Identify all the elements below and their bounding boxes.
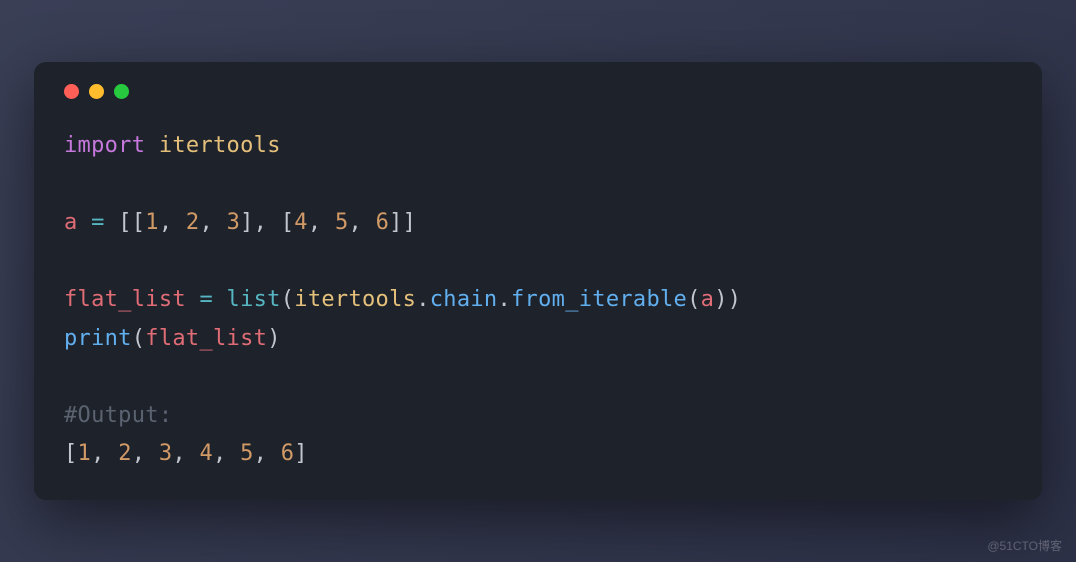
paren-open: ( [687, 287, 701, 312]
comma: , [213, 441, 227, 466]
maximize-icon[interactable] [114, 84, 129, 99]
bracket-mid: ], [ [240, 210, 294, 235]
paren-open: ( [281, 287, 295, 312]
num-2: 2 [118, 441, 132, 466]
paren-close: ) [267, 326, 281, 351]
close-icon[interactable] [64, 84, 79, 99]
num-1: 1 [78, 441, 92, 466]
comma: , [348, 210, 362, 235]
comma: , [159, 210, 173, 235]
code-window: import itertools a = [[1, 2, 3], [4, 5, … [34, 62, 1042, 500]
fn-list: list [227, 287, 281, 312]
num-2: 2 [186, 210, 200, 235]
comma: , [172, 441, 186, 466]
obj-itertools: itertools [294, 287, 416, 312]
comma: , [199, 210, 213, 235]
comma: , [91, 441, 105, 466]
comma: , [254, 441, 268, 466]
var-a: a [64, 210, 78, 235]
meth-from-iterable: from_iterable [511, 287, 687, 312]
num-4: 4 [294, 210, 308, 235]
num-3: 3 [159, 441, 173, 466]
var-flat-list: flat_list [64, 287, 186, 312]
num-3: 3 [227, 210, 241, 235]
comma: , [132, 441, 146, 466]
dot: . [497, 287, 511, 312]
num-5: 5 [240, 441, 254, 466]
bracket-close: ]] [389, 210, 416, 235]
bracket-close: ] [294, 441, 308, 466]
traffic-lights [64, 84, 1012, 99]
num-6: 6 [281, 441, 295, 466]
num-4: 4 [199, 441, 213, 466]
module-itertools: itertools [159, 133, 281, 158]
op-eq: = [199, 287, 213, 312]
var-flat-list: flat_list [145, 326, 267, 351]
num-6: 6 [376, 210, 390, 235]
minimize-icon[interactable] [89, 84, 104, 99]
var-a: a [701, 287, 715, 312]
code-block: import itertools a = [[1, 2, 3], [4, 5, … [64, 127, 1012, 474]
bracket-open: [ [64, 441, 78, 466]
watermark: @51CTO博客 [987, 537, 1062, 554]
fn-print: print [64, 326, 132, 351]
dot: . [416, 287, 430, 312]
num-5: 5 [335, 210, 349, 235]
paren-open: ( [132, 326, 146, 351]
bracket-open: [[ [118, 210, 145, 235]
num-1: 1 [145, 210, 159, 235]
op-eq: = [91, 210, 105, 235]
comment-output: #Output: [64, 403, 172, 428]
paren-close: )) [714, 287, 741, 312]
meth-chain: chain [430, 287, 498, 312]
comma: , [308, 210, 322, 235]
keyword-import: import [64, 133, 145, 158]
